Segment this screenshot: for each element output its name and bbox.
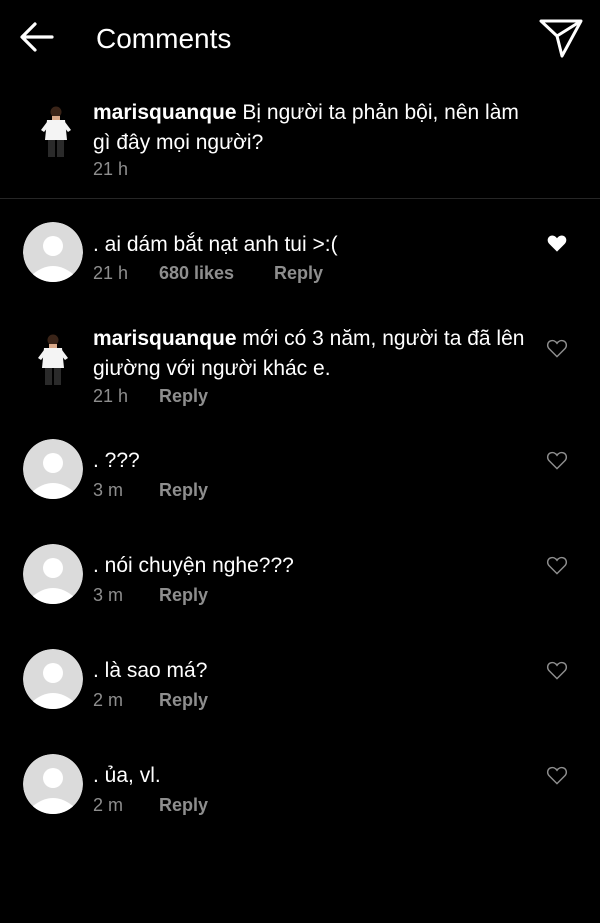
comment-text: . ai dám bắt nạt anh tui >:(: [93, 230, 533, 260]
reply-button[interactable]: Reply: [159, 385, 208, 407]
heart-outline-icon[interactable]: [546, 450, 568, 470]
default-avatar-icon[interactable]: [23, 222, 83, 282]
avatar[interactable]: [23, 328, 83, 388]
reply-button[interactable]: Reply: [274, 262, 323, 284]
comment-text: marisquanque mới có 3 năm, người ta đã l…: [93, 324, 533, 384]
comment-time: 2 m: [93, 690, 124, 710]
arrow-left-icon[interactable]: [18, 20, 56, 54]
comment-meta: 2 m Reply: [93, 794, 208, 816]
heart-outline-icon[interactable]: [546, 555, 568, 575]
comment-time: 2 m: [93, 795, 124, 815]
default-avatar-icon[interactable]: [23, 439, 83, 499]
heart-outline-icon[interactable]: [546, 338, 568, 358]
reply-button[interactable]: Reply: [159, 689, 208, 711]
comment-body: . ai dám bắt nạt anh tui >:(: [93, 233, 338, 256]
comment-likes[interactable]: 680 likes: [159, 262, 274, 284]
comment-body: . nói chuyện nghe???: [93, 554, 294, 577]
reply-button[interactable]: Reply: [159, 479, 208, 501]
comment-body: . ủa, vl.: [93, 764, 161, 787]
comment-text: . là sao má?: [93, 656, 533, 686]
comment-time: 21 h: [93, 386, 129, 406]
comment-username[interactable]: marisquanque: [93, 327, 237, 350]
caption-divider: [0, 198, 600, 199]
caption-time: 21 h: [93, 159, 129, 179]
comments-screen: Comments marisquanque Bị người ta phản b…: [0, 0, 600, 923]
caption-text: marisquanque Bị người ta phản bội, nên l…: [93, 98, 533, 158]
heart-filled-icon[interactable]: [546, 233, 568, 253]
caption-meta: 21 h: [93, 158, 159, 180]
paper-plane-icon[interactable]: [538, 16, 584, 60]
comment-text: . ???: [93, 446, 533, 476]
comment-body: . là sao má?: [93, 659, 208, 682]
reply-button[interactable]: Reply: [159, 794, 208, 816]
caption-username[interactable]: marisquanque: [93, 101, 237, 124]
reply-button[interactable]: Reply: [159, 584, 208, 606]
default-avatar-icon[interactable]: [23, 649, 83, 709]
comment-meta: 3 m Reply: [93, 584, 208, 606]
page-title: Comments: [96, 23, 232, 54]
comment-text: . ủa, vl.: [93, 761, 533, 791]
default-avatar-icon[interactable]: [23, 754, 83, 814]
comment-time: 3 m: [93, 480, 124, 500]
comment-text: . nói chuyện nghe???: [93, 551, 533, 581]
comment-meta: 21 h 680 likes Reply: [93, 262, 323, 284]
comment-meta: 21 h Reply: [93, 385, 208, 407]
comment-time: 21 h: [93, 263, 129, 283]
heart-outline-icon[interactable]: [546, 765, 568, 785]
default-avatar-icon[interactable]: [23, 544, 83, 604]
avatar[interactable]: [26, 100, 86, 160]
heart-outline-icon[interactable]: [546, 660, 568, 680]
header-bar: Comments: [0, 0, 600, 78]
comment-time: 3 m: [93, 585, 124, 605]
comment-meta: 2 m Reply: [93, 689, 208, 711]
comment-body: . ???: [93, 449, 140, 472]
comment-meta: 3 m Reply: [93, 479, 208, 501]
post-caption: marisquanque Bị người ta phản bội, nên l…: [0, 90, 600, 198]
